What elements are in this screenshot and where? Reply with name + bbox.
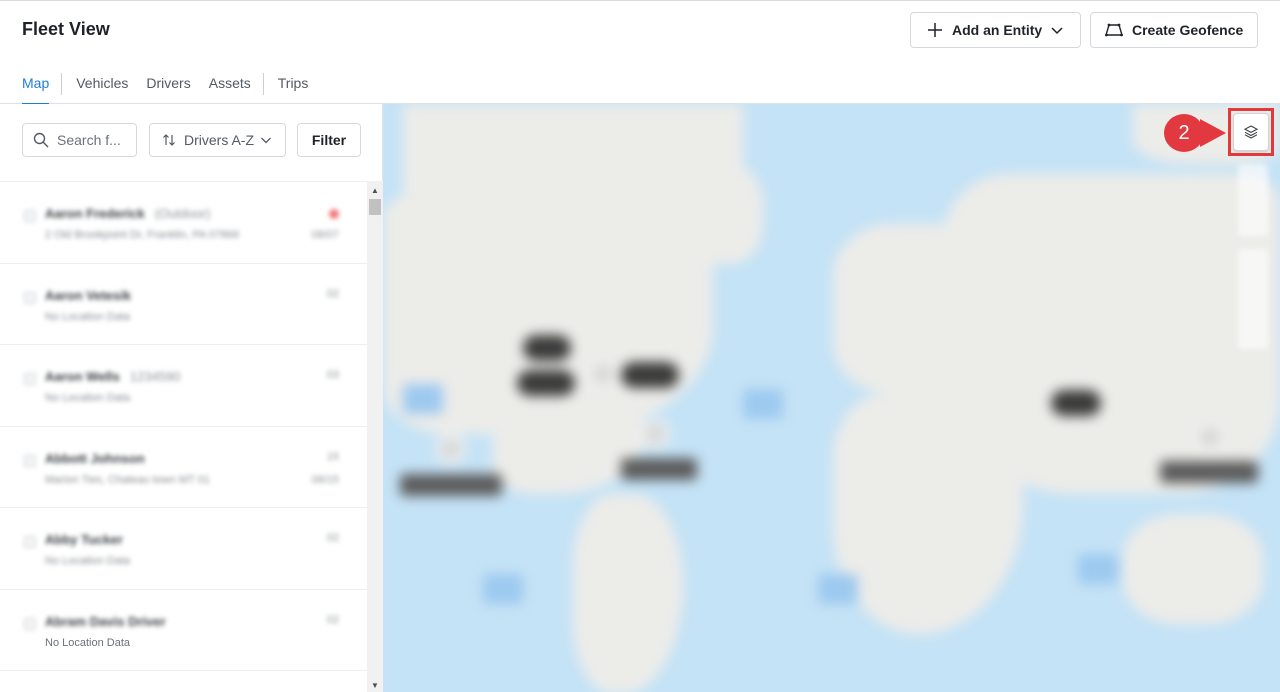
drivers-sidebar: Drivers A-Z Filter Aaron Frederick (Outdo… (0, 104, 383, 692)
driver-location: 2 Old Brookpoint Dr, Franklin, PA 07866 (45, 229, 240, 241)
top-header: Fleet View Add an Entity Create Geofence… (0, 0, 1280, 105)
list-item[interactable]: Aaron Frederick (Outdoor) 2 Old Brookpoin… (0, 182, 367, 264)
tab-divider (262, 73, 264, 95)
create-geofence-label: Create Geofence (1132, 22, 1244, 38)
plus-icon (928, 23, 942, 37)
list-item[interactable]: Abbott Johnson Marion Ties, Chateau town… (0, 427, 367, 508)
sort-label: Drivers A-Z (184, 132, 254, 148)
map-view-controls[interactable] (1238, 249, 1268, 349)
checkbox[interactable] (24, 291, 36, 304)
driver-name: Abbott Johnson (45, 450, 145, 466)
sort-dropdown[interactable]: Drivers A-Z (149, 123, 286, 157)
tab-divider (61, 73, 63, 95)
driver-location: Marion Ties, Chateau town MT 01 (45, 473, 210, 486)
driver-name: Aaron Vetesik (45, 287, 131, 303)
driver-extra: 1234590 (129, 369, 181, 384)
geofence-icon (1105, 23, 1123, 37)
driver-count: 02 (326, 287, 339, 300)
search-box[interactable] (22, 123, 137, 157)
driver-list: Aaron Frederick (Outdoor) 2 Old Brookpoin… (0, 181, 367, 692)
driver-name: Abby Tucker (45, 532, 123, 547)
driver-timestamp: 08/15 (311, 473, 339, 486)
driver-count: 02 (326, 613, 339, 626)
search-input[interactable] (57, 132, 133, 148)
map-tiles (383, 104, 1280, 692)
status-dot (329, 209, 339, 219)
driver-count: 15 (326, 450, 339, 463)
driver-location: No Location Data (45, 555, 130, 567)
list-scrollbar[interactable]: ▲ ▼ (367, 181, 383, 692)
sort-icon (163, 134, 175, 146)
driver-name: Aaron Frederick (45, 206, 145, 221)
driver-location: No Location Data (45, 636, 130, 649)
scroll-down-arrow-icon[interactable]: ▼ (367, 678, 383, 692)
page-title: Fleet View (22, 19, 110, 39)
tab-trips[interactable]: Trips (278, 71, 309, 105)
step-callout-badge: 2 (1164, 114, 1204, 152)
checkbox[interactable] (24, 210, 36, 222)
zoom-controls[interactable] (1238, 164, 1268, 236)
driver-timestamp: 08/07 (311, 229, 339, 241)
add-entity-label: Add an Entity (952, 22, 1043, 38)
scroll-up-arrow-icon[interactable]: ▲ (367, 183, 383, 197)
tab-drivers[interactable]: Drivers (146, 71, 190, 105)
layers-icon (1243, 125, 1259, 139)
checkbox[interactable] (24, 617, 36, 630)
search-icon (33, 132, 49, 148)
driver-count: 02 (326, 532, 339, 544)
scrollbar-thumb[interactable] (369, 199, 381, 215)
checkbox[interactable] (24, 454, 36, 467)
tab-map[interactable]: Map (22, 71, 50, 105)
map-layers-button[interactable] (1233, 113, 1269, 151)
create-geofence-button[interactable]: Create Geofence (1090, 12, 1258, 48)
list-item[interactable]: Aaron Wells 1234590 No Location Data 03 (0, 345, 367, 427)
tab-vehicles[interactable]: Vehicles (76, 71, 128, 105)
fleet-map[interactable] (383, 104, 1280, 692)
view-tabs: Map Vehicles Drivers Assets Trips (22, 71, 308, 105)
checkbox[interactable] (24, 536, 36, 548)
driver-extra: (Outdoor) (154, 206, 211, 221)
list-item[interactable]: Abby Tucker No Location Data 02 (0, 508, 367, 590)
tab-assets[interactable]: Assets (209, 71, 251, 105)
driver-location: No Location Data (45, 310, 130, 323)
driver-location: No Location Data (45, 392, 130, 404)
driver-name: Abram Davis Driver (45, 613, 166, 629)
driver-name: Aaron Wells (45, 369, 120, 384)
list-item[interactable]: Abram Davis Driver 02 No Location Data (0, 590, 367, 671)
driver-count: 03 (326, 369, 339, 381)
checkbox[interactable] (24, 373, 36, 385)
filter-button[interactable]: Filter (297, 123, 361, 157)
list-item[interactable]: Aaron Vetesik No Location Data 02 (0, 264, 367, 345)
chevron-down-icon (261, 137, 271, 144)
add-entity-button[interactable]: Add an Entity (910, 12, 1081, 48)
chevron-down-icon (1051, 27, 1063, 35)
